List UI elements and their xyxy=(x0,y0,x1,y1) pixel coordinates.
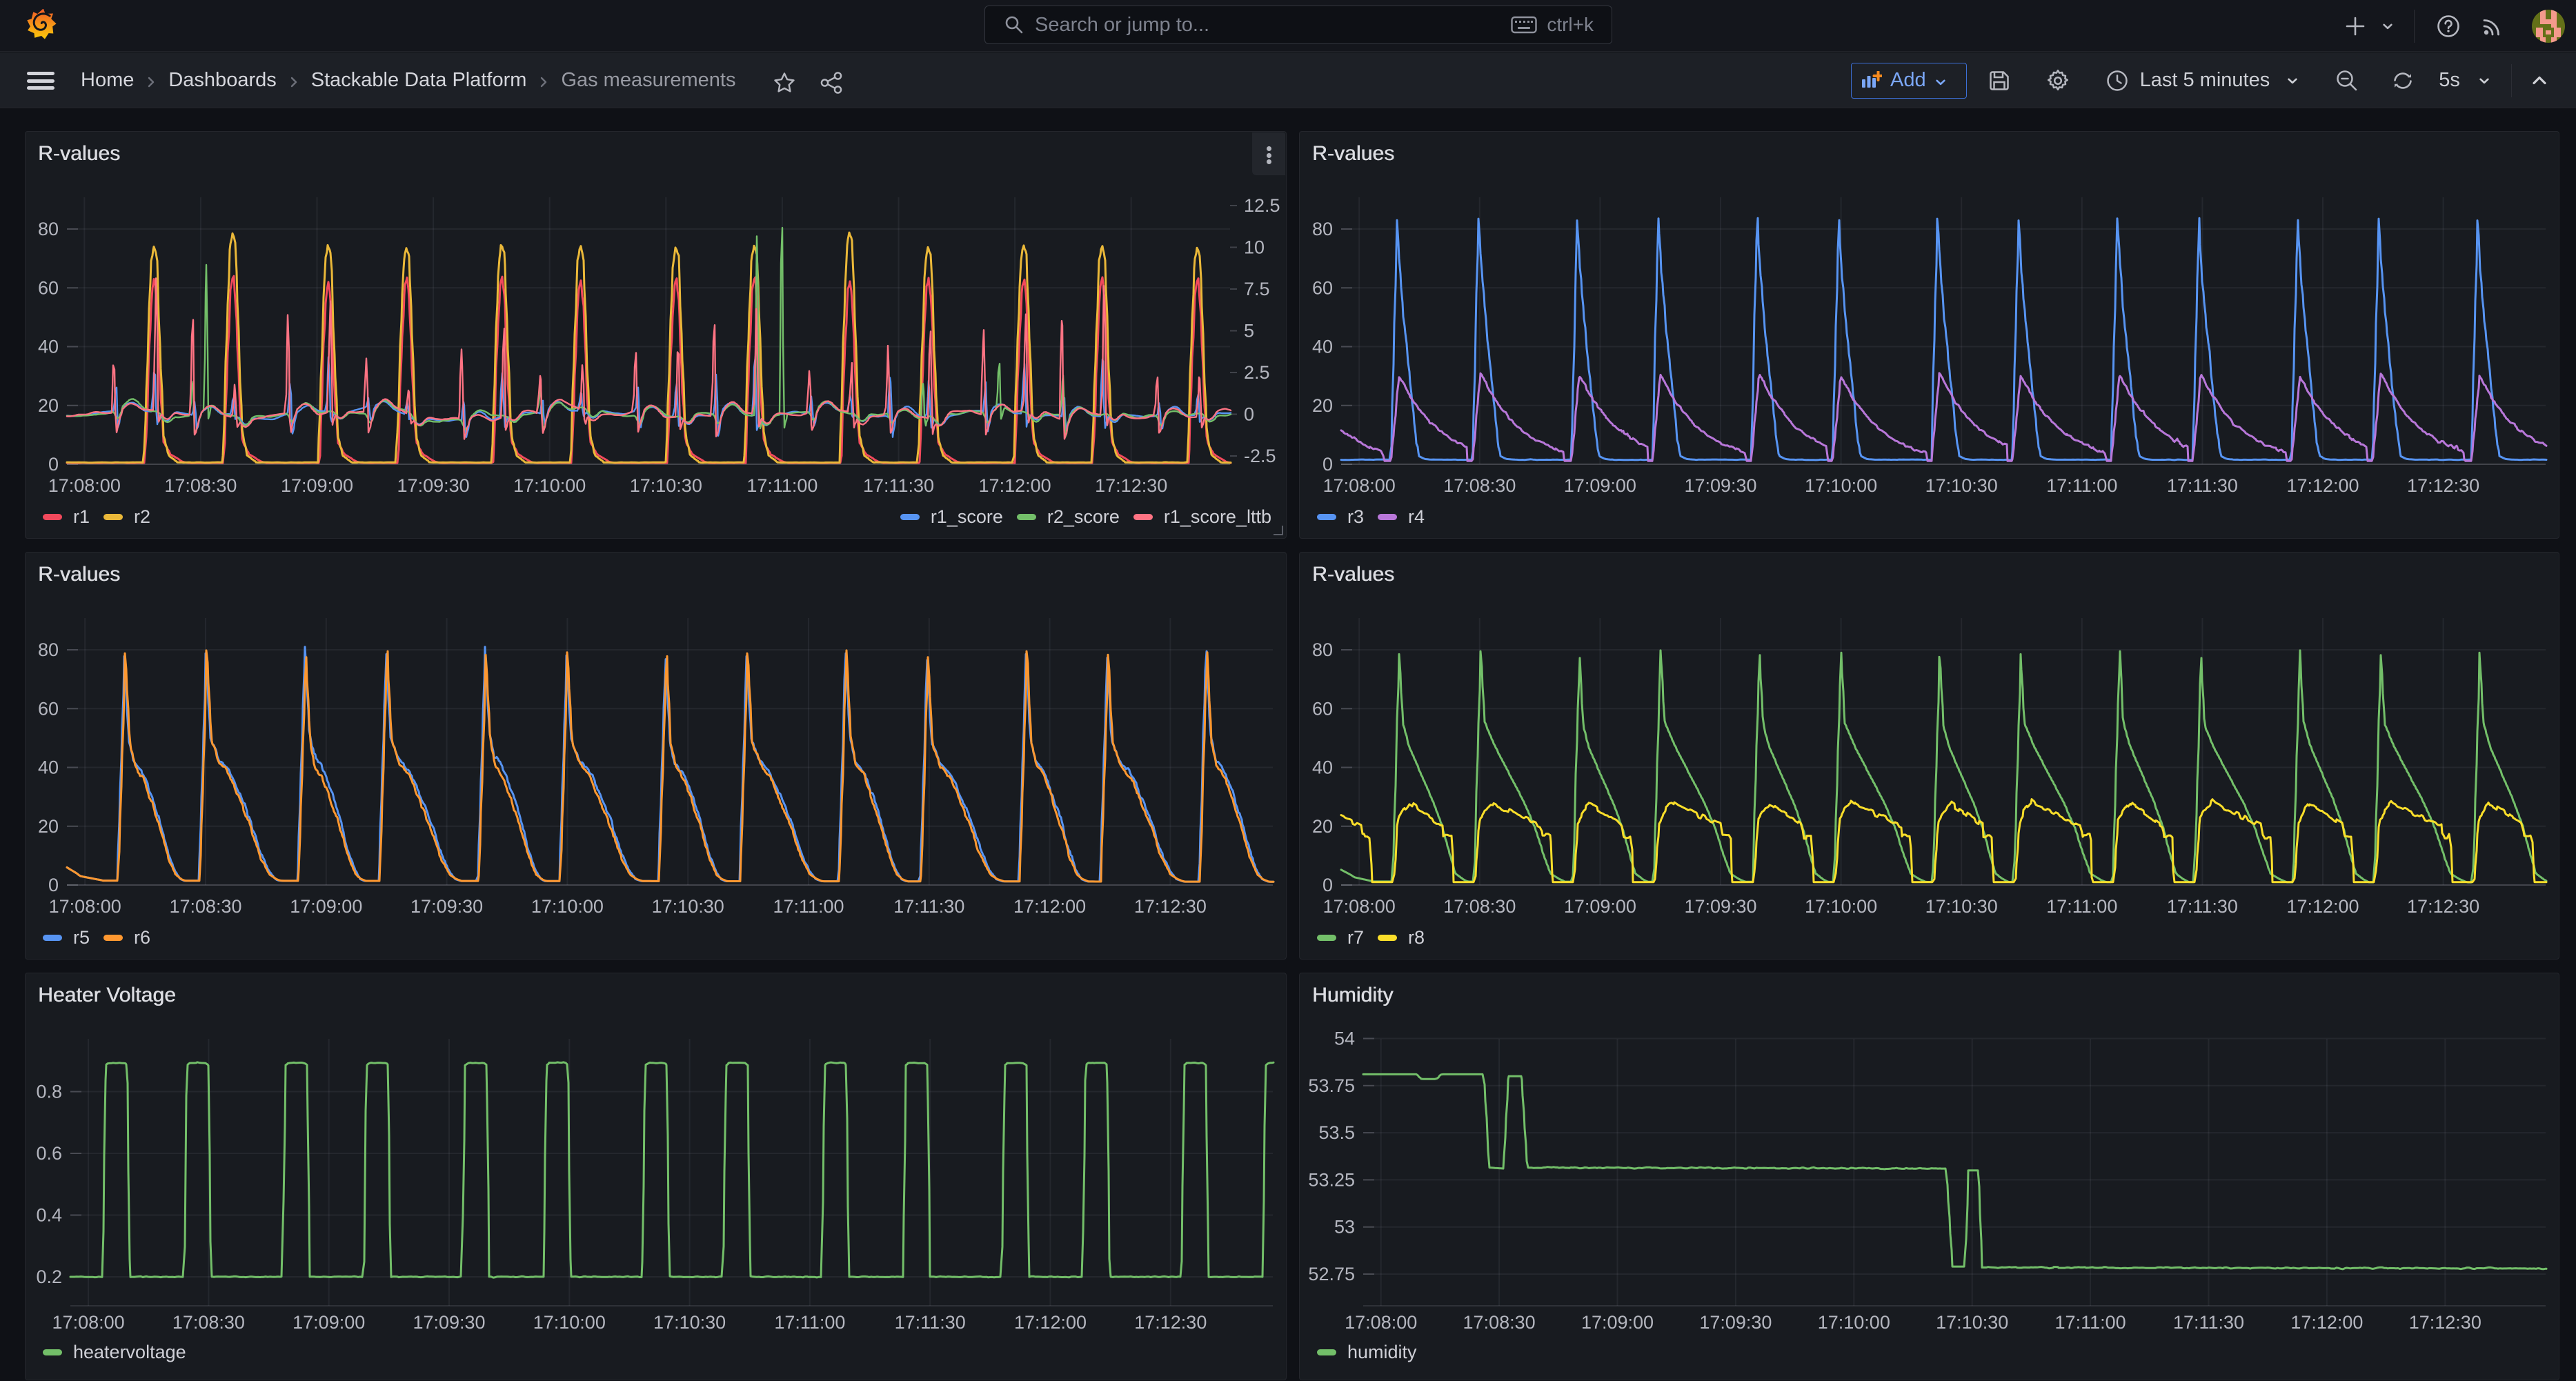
svg-text:17:08:00: 17:08:00 xyxy=(1323,896,1396,917)
svg-text:17:10:00: 17:10:00 xyxy=(533,1312,606,1333)
svg-text:17:12:30: 17:12:30 xyxy=(1134,1312,1207,1333)
svg-text:17:12:30: 17:12:30 xyxy=(2409,1312,2481,1333)
svg-text:40: 40 xyxy=(38,337,59,357)
svg-text:53: 53 xyxy=(1334,1217,1355,1238)
svg-text:0: 0 xyxy=(48,454,59,475)
svg-text:0.2: 0.2 xyxy=(36,1266,62,1287)
svg-text:0.4: 0.4 xyxy=(36,1205,62,1226)
svg-text:17:08:30: 17:08:30 xyxy=(1443,896,1516,917)
svg-text:17:10:00: 17:10:00 xyxy=(1805,475,1877,496)
svg-text:17:08:00: 17:08:00 xyxy=(52,1312,125,1333)
svg-text:17:10:30: 17:10:30 xyxy=(1936,1312,2008,1333)
svg-text:17:12:00: 17:12:00 xyxy=(979,475,1051,496)
svg-text:17:12:00: 17:12:00 xyxy=(1014,1312,1087,1333)
svg-text:20: 20 xyxy=(38,816,59,837)
svg-text:17:11:30: 17:11:30 xyxy=(893,896,964,917)
svg-text:80: 80 xyxy=(1312,219,1333,239)
svg-text:53.5: 53.5 xyxy=(1318,1122,1355,1143)
svg-text:80: 80 xyxy=(38,639,59,660)
svg-text:17:12:30: 17:12:30 xyxy=(1095,475,1167,496)
svg-text:17:08:00: 17:08:00 xyxy=(1345,1312,1417,1333)
svg-text:17:09:00: 17:09:00 xyxy=(293,1312,365,1333)
svg-text:17:09:00: 17:09:00 xyxy=(290,896,362,917)
svg-text:17:09:00: 17:09:00 xyxy=(281,475,353,496)
svg-text:40: 40 xyxy=(1312,757,1333,778)
svg-text:54: 54 xyxy=(1334,1029,1355,1049)
svg-text:17:09:30: 17:09:30 xyxy=(1684,896,1756,917)
svg-text:17:11:00: 17:11:00 xyxy=(774,1312,845,1333)
svg-text:17:10:30: 17:10:30 xyxy=(1925,896,1998,917)
svg-text:17:11:00: 17:11:00 xyxy=(773,896,844,917)
svg-text:17:08:00: 17:08:00 xyxy=(48,475,121,496)
svg-text:17:12:00: 17:12:00 xyxy=(2290,1312,2363,1333)
svg-text:17:08:30: 17:08:30 xyxy=(164,475,237,496)
svg-text:17:09:30: 17:09:30 xyxy=(397,475,470,496)
svg-text:60: 60 xyxy=(38,698,59,719)
svg-text:17:11:30: 17:11:30 xyxy=(895,1312,966,1333)
svg-text:60: 60 xyxy=(1312,698,1333,719)
svg-text:17:12:30: 17:12:30 xyxy=(2407,896,2479,917)
svg-text:20: 20 xyxy=(1312,816,1333,837)
svg-text:60: 60 xyxy=(1312,277,1333,298)
svg-text:0.8: 0.8 xyxy=(36,1082,62,1102)
svg-text:17:08:30: 17:08:30 xyxy=(1443,475,1516,496)
svg-text:0.6: 0.6 xyxy=(36,1143,62,1164)
svg-text:0: 0 xyxy=(1244,404,1254,425)
svg-text:10: 10 xyxy=(1244,237,1265,258)
svg-text:0: 0 xyxy=(1322,875,1333,895)
svg-text:0: 0 xyxy=(48,875,59,895)
svg-text:17:11:00: 17:11:00 xyxy=(2055,1312,2126,1333)
svg-text:17:11:00: 17:11:00 xyxy=(2046,475,2117,496)
svg-text:2.5: 2.5 xyxy=(1244,362,1270,383)
svg-text:40: 40 xyxy=(1312,337,1333,357)
svg-text:17:10:30: 17:10:30 xyxy=(1925,475,1998,496)
svg-text:17:08:30: 17:08:30 xyxy=(172,1312,245,1333)
svg-text:40: 40 xyxy=(38,757,59,778)
svg-text:12.5: 12.5 xyxy=(1244,195,1280,216)
svg-text:17:10:30: 17:10:30 xyxy=(652,896,724,917)
svg-text:5: 5 xyxy=(1244,321,1254,341)
svg-text:17:08:30: 17:08:30 xyxy=(169,896,241,917)
svg-text:17:12:00: 17:12:00 xyxy=(2286,475,2359,496)
svg-text:-2.5: -2.5 xyxy=(1244,446,1276,466)
svg-text:17:10:00: 17:10:00 xyxy=(513,475,586,496)
svg-text:17:12:00: 17:12:00 xyxy=(1013,896,1086,917)
svg-text:17:10:30: 17:10:30 xyxy=(630,475,702,496)
svg-text:60: 60 xyxy=(38,277,59,298)
svg-text:17:09:00: 17:09:00 xyxy=(1564,896,1636,917)
svg-text:17:11:00: 17:11:00 xyxy=(2046,896,2117,917)
svg-text:17:10:30: 17:10:30 xyxy=(653,1312,726,1333)
svg-text:53.25: 53.25 xyxy=(1308,1169,1355,1190)
svg-text:17:11:30: 17:11:30 xyxy=(2167,896,2238,917)
svg-text:20: 20 xyxy=(38,395,59,416)
svg-text:17:08:30: 17:08:30 xyxy=(1463,1312,1536,1333)
svg-text:17:10:00: 17:10:00 xyxy=(1818,1312,1890,1333)
svg-text:17:11:00: 17:11:00 xyxy=(746,475,818,496)
svg-text:53.75: 53.75 xyxy=(1308,1075,1355,1096)
svg-text:17:12:00: 17:12:00 xyxy=(2286,896,2359,917)
svg-text:17:11:30: 17:11:30 xyxy=(863,475,934,496)
svg-text:20: 20 xyxy=(1312,395,1333,416)
svg-text:17:11:30: 17:11:30 xyxy=(2167,475,2238,496)
svg-text:17:09:30: 17:09:30 xyxy=(1699,1312,1772,1333)
svg-text:80: 80 xyxy=(1312,639,1333,660)
svg-text:17:12:30: 17:12:30 xyxy=(1134,896,1207,917)
svg-text:17:08:00: 17:08:00 xyxy=(49,896,121,917)
svg-text:17:09:30: 17:09:30 xyxy=(1684,475,1756,496)
svg-text:0: 0 xyxy=(1322,454,1333,475)
svg-text:52.75: 52.75 xyxy=(1308,1264,1355,1284)
svg-text:7.5: 7.5 xyxy=(1244,279,1270,299)
svg-text:17:09:30: 17:09:30 xyxy=(413,1312,485,1333)
svg-text:17:09:00: 17:09:00 xyxy=(1581,1312,1654,1333)
svg-text:17:10:00: 17:10:00 xyxy=(531,896,604,917)
svg-text:17:09:00: 17:09:00 xyxy=(1564,475,1636,496)
svg-text:17:12:30: 17:12:30 xyxy=(2407,475,2479,496)
svg-text:17:09:30: 17:09:30 xyxy=(410,896,483,917)
svg-text:17:08:00: 17:08:00 xyxy=(1323,475,1396,496)
svg-text:17:10:00: 17:10:00 xyxy=(1805,896,1877,917)
svg-text:17:11:30: 17:11:30 xyxy=(2173,1312,2244,1333)
svg-text:80: 80 xyxy=(38,219,59,239)
